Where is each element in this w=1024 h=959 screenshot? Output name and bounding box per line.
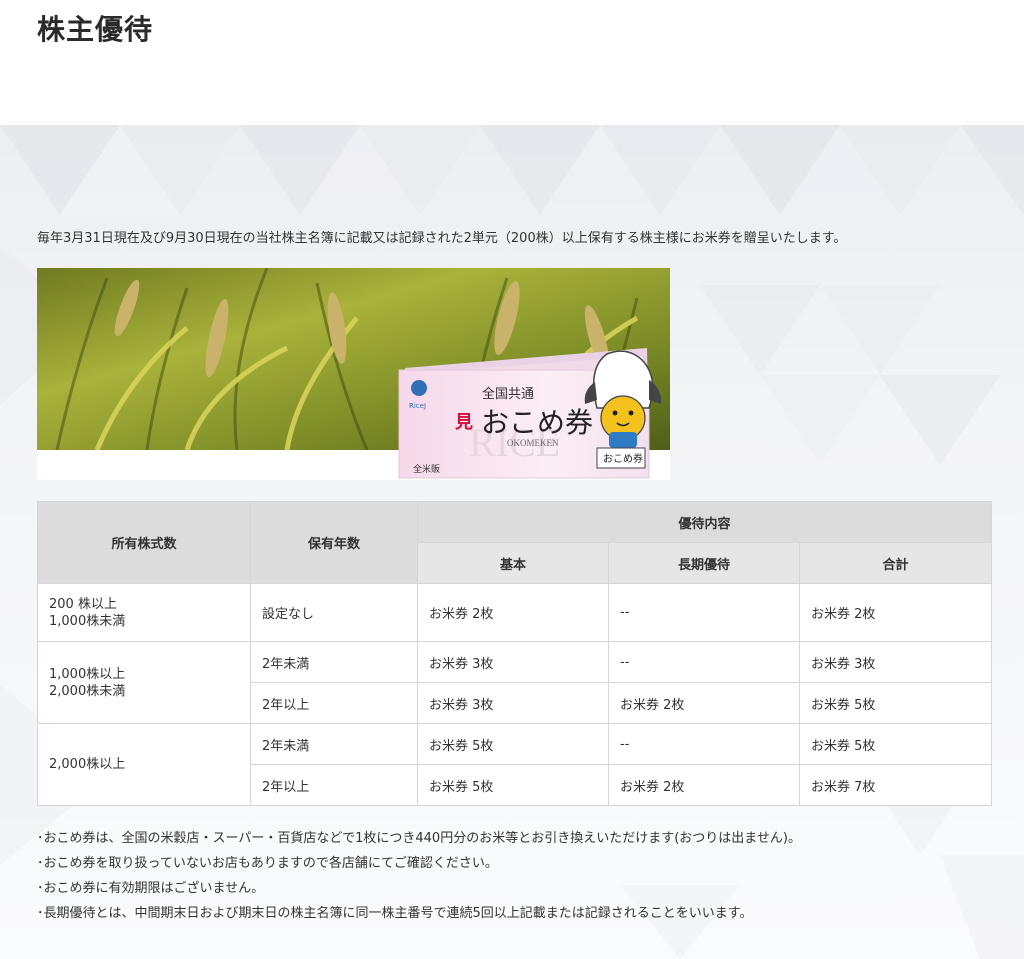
cell-shares-line: 1,000株以上 — [49, 666, 126, 682]
page-title: 株主優待 — [37, 13, 154, 46]
table-header-row: 所有株式数 保有年数 優待内容 — [37, 501, 993, 584]
cell-long-term: -- — [608, 583, 800, 642]
table-row: 2,000株以上 2年未満 お米券 5枚 -- お米券 5枚 — [37, 723, 993, 806]
ticket-header: 全国共通 — [482, 386, 534, 402]
cell-basic: お米券 3枚 — [417, 682, 609, 724]
cell-long-term: お米券 2枚 — [608, 764, 800, 806]
cell-long-term: -- — [608, 723, 800, 765]
cell-total: お米券 5枚 — [798, 682, 993, 724]
benefit-table: 所有株式数 保有年数 優待内容 基本 長期優待 合計 200 株以上 1,000… — [37, 501, 993, 806]
cell-shares: 2,000株以上 — [37, 723, 251, 806]
cell-basic: お米券 5枚 — [417, 723, 609, 765]
ticket-mihon-mark: 見 — [454, 412, 473, 433]
cell-years: 2年未満 — [250, 641, 418, 683]
issuer-logo-icon — [411, 380, 427, 396]
cell-shares-line: 1,000株未満 — [49, 613, 126, 629]
table-row: 200 株以上 1,000株未満 設定なし お米券 2枚 -- お米券 2枚 — [37, 583, 993, 642]
ticket-name: おこめ券 — [481, 406, 593, 439]
cell-long-term: お米券 2枚 — [608, 682, 800, 724]
ticket-romaji: OKOMEKEN — [507, 438, 559, 448]
cell-shares-line: 2,000株未満 — [49, 683, 126, 699]
cell-shares: 1,000株以上 2,000株未満 — [37, 641, 251, 724]
cell-shares: 200 株以上 1,000株未満 — [37, 583, 251, 642]
table-row: 1,000株以上 2,000株未満 2年未満 お米券 3枚 -- お米券 3枚 — [37, 641, 993, 724]
header-basic: 基本 — [417, 542, 609, 584]
note-item: ･おこめ券を取り扱っていないお店もありますので各店舗にてご確認ください。 — [37, 856, 498, 871]
cell-years: 2年以上 — [250, 682, 418, 724]
cell-shares-line: 200 株以上 — [49, 596, 117, 612]
note-item: ･おこめ券は、全国の米穀店・スーパー・百貨店などで1枚につき440円分のお米等と… — [37, 831, 801, 846]
cell-total: お米券 3枚 — [798, 641, 993, 683]
note-item: ･長期優待とは、中間期末日および期末日の株主名簿に同一株主番号で連続5回以上記載… — [37, 906, 753, 921]
mascot-sign-text: おこめ券 — [603, 452, 643, 465]
ticket-issuer-mark: RiceJ — [409, 402, 426, 410]
header-years: 保有年数 — [250, 501, 418, 584]
cell-years: 2年未満 — [250, 723, 418, 765]
header-total: 合計 — [798, 542, 993, 584]
cell-total: お米券 2枚 — [798, 583, 993, 642]
notes-list: ･おこめ券は、全国の米穀店・スーパー・百貨店などで1枚につき440円分のお米等と… — [37, 830, 801, 930]
cell-years: 2年以上 — [250, 764, 418, 806]
cell-long-term: -- — [608, 641, 800, 683]
cell-shares-line: 2,000株以上 — [49, 757, 126, 772]
note-item: ･おこめ券に有効期限はございません。 — [37, 881, 265, 896]
cell-basic: お米券 2枚 — [417, 583, 609, 642]
cell-basic: お米券 3枚 — [417, 641, 609, 683]
header-shares: 所有株式数 — [37, 501, 251, 584]
header-benefit: 優待内容 — [416, 501, 993, 543]
cell-total: お米券 5枚 — [798, 723, 993, 765]
intro-text: 毎年3月31日現在及び9月30日現在の当社株主名簿に記載又は記録された2単元（2… — [37, 231, 847, 246]
cell-years: 設定なし — [250, 583, 418, 642]
ticket-edition: 全米販 — [413, 463, 440, 475]
cell-basic: お米券 5枚 — [417, 764, 609, 806]
cell-total: お米券 7枚 — [798, 764, 993, 806]
rice-banner: RICE RiceJ 全国共通 見 おこめ券 OKOMEKEN 全米販 おこめ券 — [37, 268, 670, 480]
header-long-term: 長期優待 — [608, 542, 800, 584]
